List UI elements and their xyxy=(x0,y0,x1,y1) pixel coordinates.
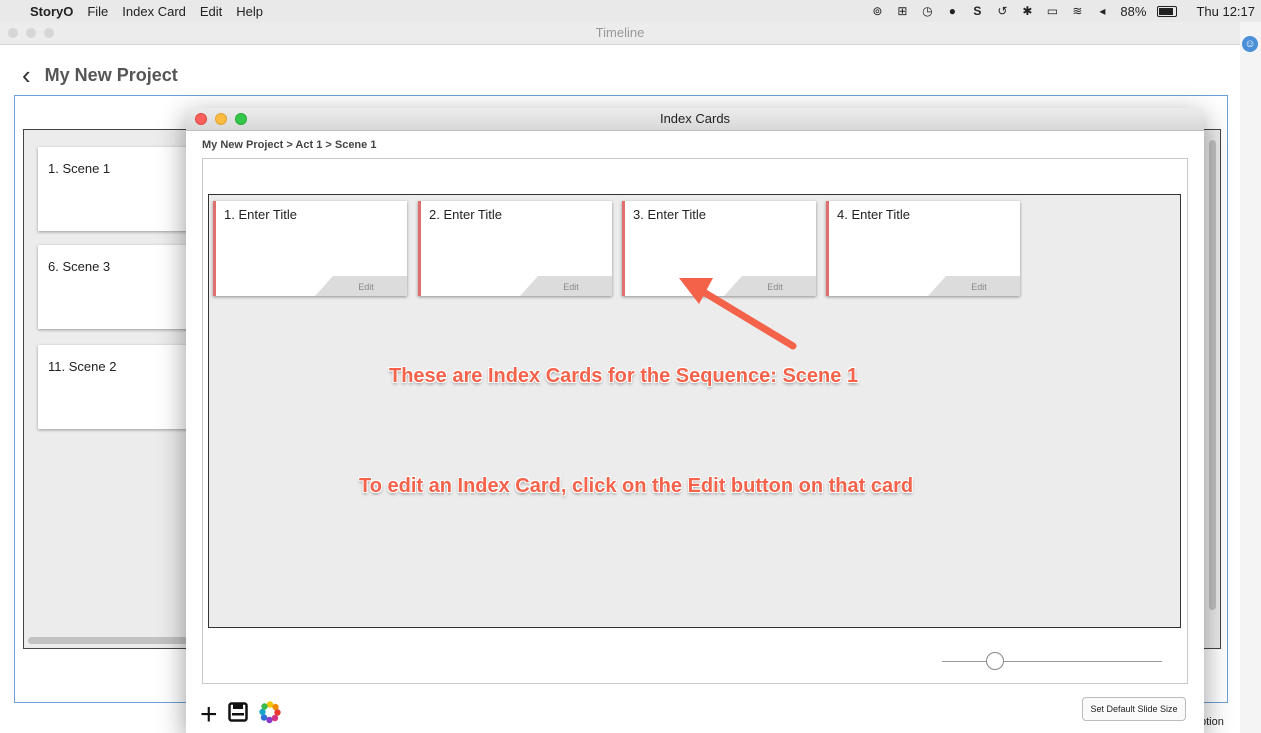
card-title[interactable]: 2. Enter Title xyxy=(429,207,502,222)
app-icon[interactable]: ● xyxy=(945,4,959,18)
background-window-edge: ☺ xyxy=(1240,22,1261,733)
index-cards-window: Index Cards My New Project > Act 1 > Sce… xyxy=(186,108,1204,733)
close-button[interactable] xyxy=(195,113,207,125)
zoom-slider-thumb[interactable] xyxy=(986,652,1004,670)
app-menu[interactable]: StoryO xyxy=(30,4,73,19)
network-icon[interactable]: ⊞ xyxy=(895,4,909,18)
zoom-slider-track[interactable] xyxy=(942,661,1162,662)
volume-icon[interactable]: ◂ xyxy=(1095,4,1109,18)
window-title: Index Cards xyxy=(659,111,731,126)
time-machine-icon[interactable]: ↺ xyxy=(995,4,1009,18)
timeline-title: Timeline xyxy=(595,25,645,40)
edit-button[interactable]: Edit xyxy=(315,276,407,296)
zoom-button[interactable] xyxy=(235,113,247,125)
breadcrumb: My New Project > Act 1 > Scene 1 xyxy=(202,139,377,151)
edit-button[interactable]: Edit xyxy=(520,276,612,296)
index-card[interactable]: 2. Enter Title Edit xyxy=(418,201,612,296)
add-icon[interactable]: + xyxy=(200,699,218,729)
s-icon[interactable]: S xyxy=(970,4,984,18)
color-wheel-icon[interactable] xyxy=(258,700,282,729)
clock-icon[interactable]: ◷ xyxy=(920,4,934,18)
smiley-icon[interactable]: ☺ xyxy=(1242,36,1258,52)
menu-help[interactable]: Help xyxy=(236,4,263,19)
project-title: My New Project xyxy=(44,64,178,85)
scene-title: 6. Scene 3 xyxy=(48,259,111,274)
scene-title: 1. Scene 1 xyxy=(48,161,111,176)
card-title[interactable]: 1. Enter Title xyxy=(224,207,297,222)
zoom-icon[interactable] xyxy=(44,28,54,38)
card-title[interactable]: 4. Enter Title xyxy=(837,207,910,222)
scene-card[interactable]: 1. Scene 1 xyxy=(38,147,198,231)
annotation-arrow-icon xyxy=(679,278,797,350)
vertical-scrollbar[interactable] xyxy=(1209,140,1216,610)
edit-button[interactable]: Edit xyxy=(928,276,1020,296)
save-icon[interactable] xyxy=(227,702,248,727)
wifi-icon[interactable]: ≋ xyxy=(1070,4,1084,18)
battery-percent[interactable]: 88% xyxy=(1120,4,1146,19)
bluetooth-icon[interactable]: ✱ xyxy=(1020,4,1034,18)
project-header: ‹ My New Project xyxy=(22,62,178,88)
set-default-slide-size-button[interactable]: Set Default Slide Size xyxy=(1082,697,1186,721)
display-icon[interactable]: ▭ xyxy=(1045,4,1059,18)
menu-file[interactable]: File xyxy=(87,4,108,19)
index-card[interactable]: 4. Enter Title Edit xyxy=(826,201,1020,296)
scene-card[interactable]: 6. Scene 3 xyxy=(38,245,198,329)
timeline-titlebar: Timeline xyxy=(0,22,1240,45)
window-controls xyxy=(195,113,247,125)
minimize-icon[interactable] xyxy=(26,28,36,38)
battery-icon[interactable] xyxy=(1157,5,1178,17)
scene-title: 11. Scene 2 xyxy=(48,359,117,374)
card-title[interactable]: 3. Enter Title xyxy=(633,207,706,222)
horizontal-scrollbar[interactable] xyxy=(28,637,188,644)
annotation-sequence-note: These are Index Cards for the Sequence: … xyxy=(389,365,859,387)
menu-bar: StoryO File Index Card Edit Help ⊚ ⊞ ◷ ●… xyxy=(0,0,1261,23)
minimize-button[interactable] xyxy=(215,113,227,125)
menu-index-card[interactable]: Index Card xyxy=(122,4,186,19)
index-cards-titlebar: Index Cards xyxy=(186,108,1204,131)
bottom-toolbar: + xyxy=(200,699,282,729)
close-icon[interactable] xyxy=(8,28,18,38)
back-chevron-icon[interactable]: ‹ xyxy=(22,62,31,88)
index-card[interactable]: 1. Enter Title Edit xyxy=(213,201,407,296)
menu-clock[interactable]: Thu 12:17 xyxy=(1196,4,1255,19)
creative-cloud-icon[interactable]: ⊚ xyxy=(870,4,884,18)
inactive-window-controls xyxy=(8,28,54,38)
index-card-area: 1. Enter Title Edit 2. Enter Title Edit … xyxy=(208,194,1181,628)
menu-edit[interactable]: Edit xyxy=(200,4,222,19)
annotation-edit-note: To edit an Index Card, click on the Edit… xyxy=(359,475,914,497)
scene-card[interactable]: 11. Scene 2 xyxy=(38,345,198,429)
status-area: ⊚ ⊞ ◷ ● S ↺ ✱ ▭ ≋ ◂ 88% Thu 12:17 xyxy=(870,0,1255,22)
